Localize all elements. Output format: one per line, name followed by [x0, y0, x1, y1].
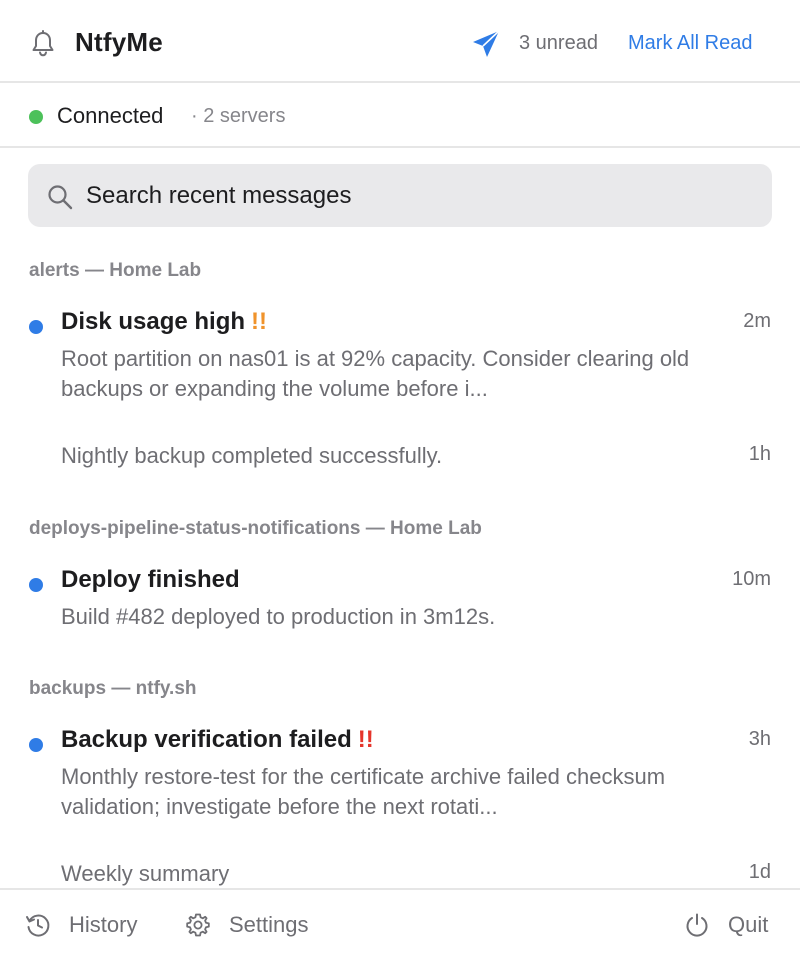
list-item[interactable]: Deploy finished Build #482 deployed to p…: [0, 565, 800, 645]
history-button[interactable]: History: [25, 910, 155, 940]
search-input[interactable]: [86, 164, 756, 227]
list-item[interactable]: Nightly backup completed successfully. 1…: [0, 441, 800, 481]
message-list[interactable]: alerts — Home Lab Disk usage high!! Root…: [0, 227, 800, 888]
history-icon: [26, 914, 50, 937]
message-title: Backup verification failed!!: [61, 726, 374, 753]
mark-all-read-button[interactable]: Mark All Read: [628, 32, 753, 55]
list-item[interactable]: Disk usage high!! Root partition on nas0…: [0, 307, 800, 417]
priority-badge: !!: [251, 308, 268, 335]
message-body: Monthly restore-test for the certificate…: [61, 764, 666, 819]
message-title: Deploy finished: [61, 566, 240, 593]
list-item[interactable]: Weekly summary 1d: [0, 859, 800, 888]
app-title: NtfyMe: [75, 27, 163, 57]
message-time: 3h: [748, 728, 771, 750]
priority-badge: !!: [357, 726, 374, 753]
message-time: 10m: [732, 568, 771, 590]
message-body: Root partition on nas01 is at 92% capaci…: [61, 346, 690, 401]
server-count: · 2 servers: [191, 105, 286, 127]
settings-button[interactable]: Settings: [185, 910, 325, 940]
group-header-deploys: deploys-pipeline-status-notifications — …: [29, 518, 482, 539]
unread-indicator: [29, 578, 43, 592]
gear-icon: [186, 913, 210, 937]
message-title: Disk usage high!!: [61, 308, 268, 335]
group-header-backups: backups — ntfy.sh: [29, 678, 197, 699]
unread-indicator: [29, 738, 43, 752]
message-time: 1h: [748, 443, 771, 465]
message-time: 1d: [748, 861, 771, 883]
search-box[interactable]: [28, 164, 772, 227]
unread-count: 3 unread: [519, 32, 598, 54]
settings-label: Settings: [229, 912, 309, 937]
message-body: Nightly backup completed successfully.: [61, 443, 443, 468]
footer-bar: History Settings Quit: [0, 888, 800, 960]
header-bar: NtfyMe 3 unread Mark All Read: [0, 0, 800, 83]
connection-status-label: Connected: [57, 103, 164, 128]
message-body: Weekly summary: [61, 861, 230, 886]
message-body: Build #482 deployed to production in 3m1…: [61, 604, 496, 629]
connection-status-bar: Connected · 2 servers: [0, 83, 800, 148]
unread-indicator: [29, 320, 43, 334]
bell-icon: [32, 30, 54, 57]
connection-status-dot: [29, 110, 43, 124]
quit-button[interactable]: Quit: [684, 910, 776, 940]
search-icon: [48, 185, 73, 210]
list-item[interactable]: Backup verification failed!! Monthly res…: [0, 725, 800, 835]
power-icon: [686, 913, 708, 937]
message-time: 2m: [743, 310, 771, 332]
send-icon[interactable]: [471, 29, 501, 59]
group-header-alerts: alerts — Home Lab: [29, 260, 202, 281]
quit-label: Quit: [728, 912, 769, 937]
history-label: History: [69, 912, 138, 937]
